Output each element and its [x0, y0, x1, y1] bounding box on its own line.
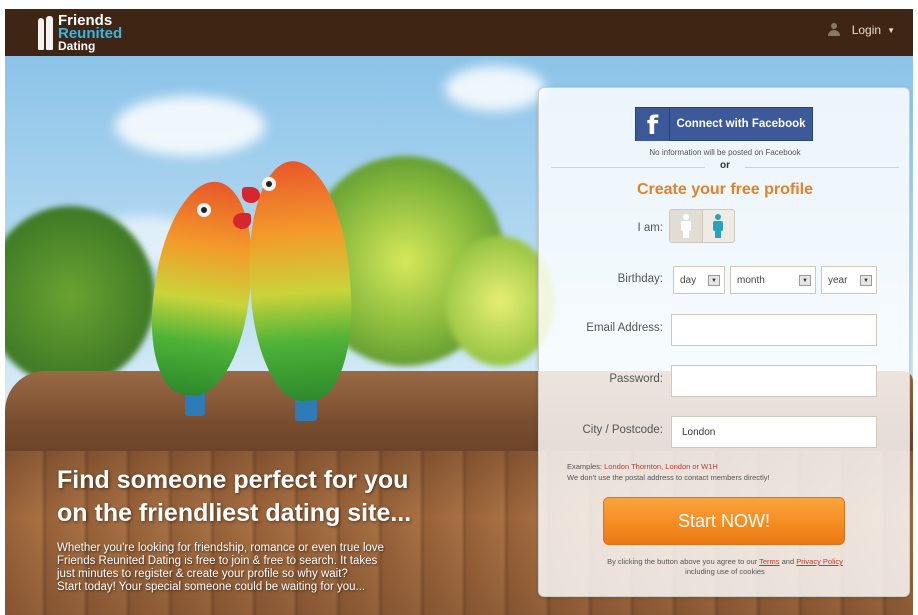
logo-text: Friends Reunited Dating [58, 13, 123, 53]
birthday-day-select[interactable]: day ▼ [673, 266, 725, 294]
city-postcode-label: City / Postcode: [582, 424, 663, 436]
logo[interactable]: Friends Reunited Dating [37, 13, 122, 53]
birthday-year-select[interactable]: year ▼ [821, 266, 877, 294]
month-value: month [737, 274, 765, 286]
facebook-icon: f [636, 107, 670, 141]
top-bar: Friends Reunited Dating Login ▼ [5, 9, 913, 56]
bird-eye [197, 203, 211, 217]
headline-line-2: on the friendliest dating site... [57, 499, 412, 527]
cloud [115, 96, 265, 156]
create-profile-title: Create your free profile [636, 181, 814, 198]
city-postcode-field[interactable] [671, 416, 877, 448]
user-icon [827, 23, 840, 37]
gender-female-option[interactable] [703, 210, 735, 242]
password-field[interactable] [671, 365, 877, 397]
logo-line-2: Reunited [58, 24, 123, 42]
email-label: Email Address: [586, 322, 663, 334]
login-menu[interactable]: Login ▼ [827, 23, 895, 37]
male-icon [680, 214, 691, 238]
iam-label: I am: [637, 222, 663, 234]
terms-notice: By clicking the button above you agree t… [539, 557, 911, 577]
blurb-line-4: Start today! Your special someone could … [57, 581, 366, 593]
blurb-line-2: Friends Reunited Dating is free to join … [57, 555, 378, 567]
connect-facebook-button[interactable]: f Connect with Facebook [635, 107, 813, 141]
start-now-button[interactable]: Start NOW! [603, 497, 845, 545]
terms-link[interactable]: Terms [759, 557, 779, 566]
examples-prefix: Examples: [567, 462, 605, 471]
headline-line-1: Find someone perfect for you [57, 466, 409, 494]
dropdown-arrow-icon: ▼ [799, 275, 811, 286]
logo-figures-icon [37, 14, 55, 52]
day-value: day [680, 274, 697, 286]
chevron-down-icon: ▼ [887, 25, 895, 35]
gender-male-option[interactable] [670, 210, 703, 242]
password-label: Password: [609, 373, 663, 385]
year-value: year [828, 274, 848, 286]
dropdown-arrow-icon: ▼ [860, 275, 872, 286]
location-examples: Examples: London Thornton, London or W1H… [567, 461, 770, 483]
or-separator: or [720, 160, 730, 171]
cloud [445, 66, 545, 111]
terms-suffix: including use of cookies [685, 567, 765, 576]
birthday-label: Birthday: [617, 273, 663, 285]
lovebird-right [240, 157, 359, 421]
hero-headline: Find someone perfect for you on the frie… [57, 464, 517, 530]
blurb-line-3: just minutes to register & create your p… [57, 568, 348, 580]
privacy-policy-link[interactable]: Privacy Policy [796, 557, 843, 566]
female-icon [713, 214, 724, 238]
examples-note: We don't use the postal address to conta… [567, 473, 770, 482]
bird-beak [242, 187, 260, 203]
birthday-month-select[interactable]: month ▼ [730, 266, 816, 294]
hero-blurb: Whether you're looking for friendship, r… [57, 542, 457, 594]
bird-eye [262, 177, 276, 191]
facebook-note: No information will be posted on Faceboo… [649, 148, 801, 157]
blurb-line-1: Whether you're looking for friendship, r… [57, 542, 384, 554]
signup-panel: f Connect with Facebook No information w… [538, 87, 910, 597]
dropdown-arrow-icon: ▼ [708, 275, 720, 286]
gender-selector [669, 209, 735, 243]
terms-prefix: By clicking the button above you agree t… [607, 557, 760, 566]
examples-values: London Thornton, London or W1H [604, 462, 718, 471]
facebook-button-label: Connect with Facebook [676, 118, 806, 130]
logo-line-3: Dating [58, 38, 96, 53]
email-field[interactable] [671, 314, 877, 346]
terms-and: and [779, 557, 797, 566]
divider [745, 167, 899, 168]
login-label: Login [851, 23, 882, 37]
